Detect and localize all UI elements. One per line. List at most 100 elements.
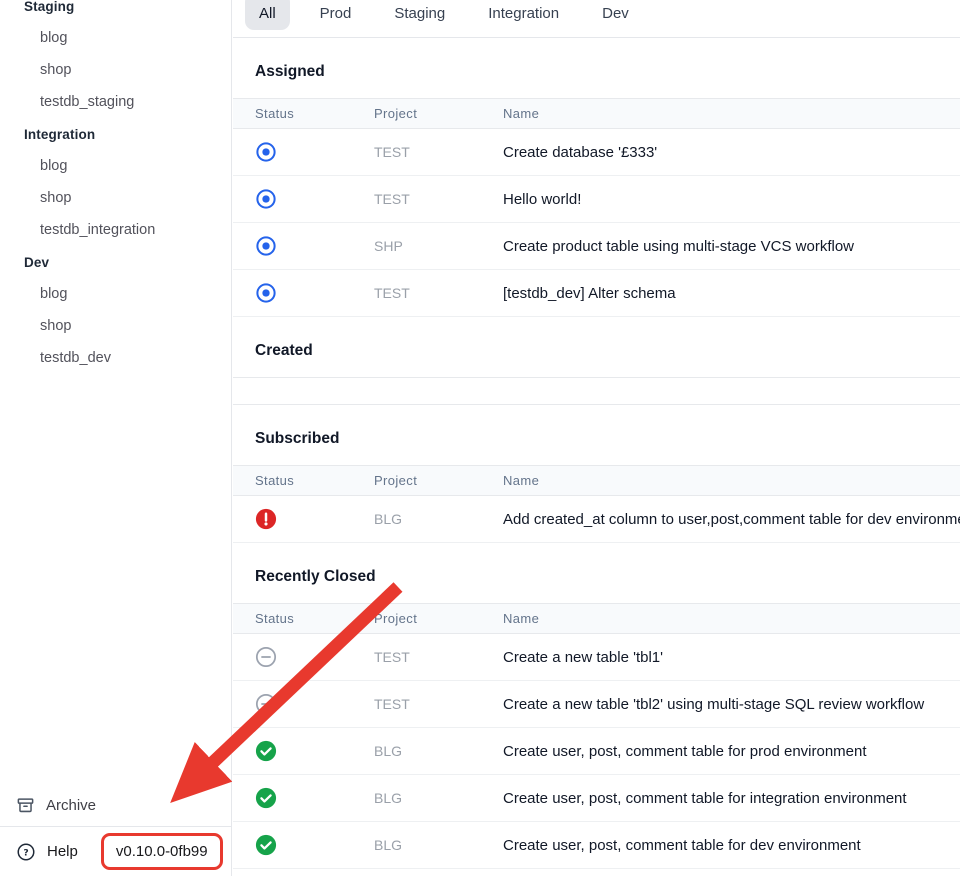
- sidebar-item-shop[interactable]: shop: [0, 182, 231, 214]
- archive-button[interactable]: Archive: [0, 784, 231, 826]
- issue-name: Create database '£333': [503, 144, 960, 161]
- issue-name: Create user, post, comment table for int…: [503, 790, 960, 807]
- tab-prod[interactable]: Prod: [307, 0, 365, 21]
- issue-name: Create product table using multi-stage V…: [503, 238, 960, 255]
- issue-name: Hello world!: [503, 191, 960, 208]
- section-created: Created: [233, 317, 960, 405]
- sidebar-item-dev: Dev: [0, 246, 231, 278]
- issue-name: [testdb_dev] Alter schema: [503, 285, 960, 302]
- status-done-icon: [255, 740, 277, 762]
- svg-text:?: ?: [23, 847, 28, 858]
- column-header-name: Name: [503, 473, 960, 488]
- help-label: Help: [47, 843, 78, 860]
- table-header: StatusProjectName: [233, 603, 960, 634]
- issue-name: Add created_at column to user,post,comme…: [503, 511, 960, 528]
- issue-name: Create a new table 'tbl1': [503, 649, 960, 666]
- issue-name: Create user, post, comment table for dev…: [503, 837, 960, 854]
- sidebar-bottom: Archive ? Help v0.10.0-0fb99: [0, 784, 231, 876]
- issue-row[interactable]: SHPCreate product table using multi-stag…: [233, 223, 960, 270]
- column-header-project: Project: [374, 106, 503, 121]
- project-key: TEST: [374, 144, 503, 160]
- status-cell: [255, 740, 374, 762]
- column-header-status: Status: [255, 611, 374, 626]
- tab-staging[interactable]: Staging: [381, 0, 458, 21]
- section-title-created: Created: [233, 317, 960, 377]
- status-done-icon: [255, 787, 277, 809]
- table-header: StatusProjectName: [233, 465, 960, 496]
- project-key: BLG: [374, 743, 503, 759]
- issue-row[interactable]: TESTCreate database '£333': [233, 129, 960, 176]
- issue-row[interactable]: BLGCreate user, post, comment table for …: [233, 775, 960, 822]
- issue-sections: AssignedStatusProjectNameTESTCreate data…: [233, 38, 960, 869]
- tab-all[interactable]: All: [245, 0, 290, 30]
- issue-row[interactable]: BLGCreate user, post, comment table for …: [233, 728, 960, 775]
- status-cell: [255, 834, 374, 856]
- status-cell: [255, 646, 374, 668]
- status-cell: [255, 508, 374, 530]
- sidebar-item-testdb-integration[interactable]: testdb_integration: [0, 214, 231, 246]
- project-key: TEST: [374, 285, 503, 301]
- status-cell: [255, 188, 374, 210]
- section-assigned: AssignedStatusProjectNameTESTCreate data…: [233, 38, 960, 317]
- main-panel: AllProdStagingIntegrationDev AssignedSta…: [233, 0, 960, 876]
- sidebar-item-blog[interactable]: blog: [0, 22, 231, 54]
- tab-dev[interactable]: Dev: [589, 0, 642, 21]
- section-title-subscribed: Subscribed: [233, 405, 960, 465]
- column-header-status: Status: [255, 473, 374, 488]
- issue-row[interactable]: BLGCreate user, post, comment table for …: [233, 822, 960, 869]
- column-header-name: Name: [503, 106, 960, 121]
- issue-row[interactable]: BLGAdd created_at column to user,post,co…: [233, 496, 960, 543]
- sidebar-item-integration: Integration: [0, 118, 231, 150]
- sidebar-item-staging: Staging: [0, 0, 231, 22]
- section-title-recently-closed: Recently Closed: [233, 543, 960, 603]
- project-key: BLG: [374, 790, 503, 806]
- column-header-status: Status: [255, 106, 374, 121]
- status-cell: [255, 693, 374, 715]
- tab-integration[interactable]: Integration: [475, 0, 572, 21]
- section-recently-closed: Recently ClosedStatusProjectNameTESTCrea…: [233, 543, 960, 869]
- sidebar-item-testdb-dev[interactable]: testdb_dev: [0, 342, 231, 374]
- sidebar-item-blog[interactable]: blog: [0, 150, 231, 182]
- status-canceled-icon: [255, 693, 277, 715]
- help-icon: ?: [16, 842, 36, 862]
- status-error-icon: [255, 508, 277, 530]
- archive-icon: [16, 796, 35, 815]
- issue-row[interactable]: TESTCreate a new table 'tbl1': [233, 634, 960, 681]
- sidebar-item-testdb-staging[interactable]: testdb_staging: [0, 86, 231, 118]
- table-header: StatusProjectName: [233, 98, 960, 129]
- app-root: Stagingblogshoptestdb_stagingIntegration…: [0, 0, 960, 876]
- project-key: TEST: [374, 649, 503, 665]
- status-cell: [255, 141, 374, 163]
- version-badge: v0.10.0-0fb99: [101, 833, 223, 870]
- status-canceled-icon: [255, 646, 277, 668]
- issue-name: Create user, post, comment table for pro…: [503, 743, 960, 760]
- column-header-project: Project: [374, 611, 503, 626]
- issue-row[interactable]: TEST[testdb_dev] Alter schema: [233, 270, 960, 317]
- column-header-name: Name: [503, 611, 960, 626]
- issue-row[interactable]: TESTHello world!: [233, 176, 960, 223]
- status-open-icon: [255, 141, 277, 163]
- section-subscribed: SubscribedStatusProjectNameBLGAdd create…: [233, 405, 960, 543]
- empty-table: [233, 377, 960, 405]
- database-tree: Stagingblogshoptestdb_stagingIntegration…: [0, 0, 231, 374]
- sidebar-item-blog[interactable]: blog: [0, 278, 231, 310]
- archive-label: Archive: [46, 797, 96, 814]
- project-key: TEST: [374, 696, 503, 712]
- status-open-icon: [255, 282, 277, 304]
- column-header-project: Project: [374, 473, 503, 488]
- issue-name: Create a new table 'tbl2' using multi-st…: [503, 696, 960, 713]
- sidebar-item-shop[interactable]: shop: [0, 54, 231, 86]
- project-key: BLG: [374, 837, 503, 853]
- sidebar: Stagingblogshoptestdb_stagingIntegration…: [0, 0, 232, 876]
- sidebar-item-shop[interactable]: shop: [0, 310, 231, 342]
- status-cell: [255, 282, 374, 304]
- status-open-icon: [255, 235, 277, 257]
- issue-row[interactable]: TESTCreate a new table 'tbl2' using mult…: [233, 681, 960, 728]
- project-key: SHP: [374, 238, 503, 254]
- status-cell: [255, 787, 374, 809]
- status-cell: [255, 235, 374, 257]
- help-button[interactable]: ? Help v0.10.0-0fb99: [0, 827, 231, 876]
- status-open-icon: [255, 188, 277, 210]
- status-done-icon: [255, 834, 277, 856]
- section-title-assigned: Assigned: [233, 38, 960, 98]
